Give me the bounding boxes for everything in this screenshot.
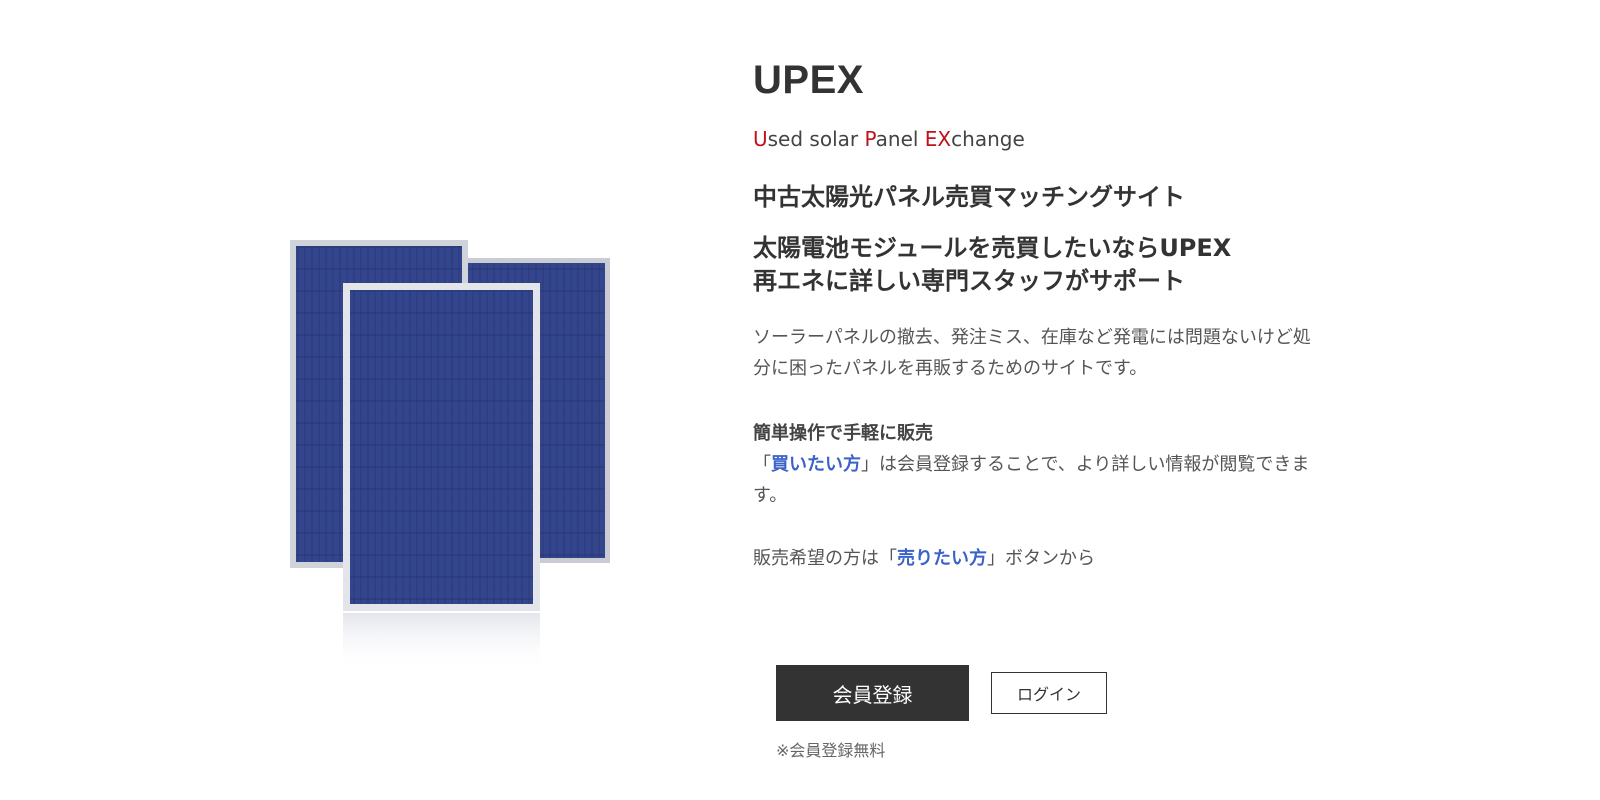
- seller-suffix: 」ボタンから: [987, 548, 1095, 569]
- subtitle-text: anel: [875, 127, 925, 151]
- panel-front: [343, 283, 540, 611]
- buyer-prefix: 「: [753, 454, 771, 475]
- catch-line-1: 太陽電池モジュールを売買したいならUPEX: [753, 234, 1232, 262]
- subtitle-text: sed solar: [767, 127, 865, 151]
- brand-subtitle: Used solar Panel EXchange: [753, 127, 1025, 151]
- login-button[interactable]: ログイン: [991, 672, 1107, 714]
- free-registration-note: ※会員登録無料: [776, 741, 886, 760]
- subtitle-highlight: EX: [924, 127, 952, 151]
- tagline: 中古太陽光パネル売買マッチングサイト: [753, 183, 1185, 211]
- panel-reflection: [343, 613, 540, 673]
- feature-heading: 簡単操作で手軽に販売: [753, 423, 933, 444]
- catch-copy: 太陽電池モジュールを売買したいならUPEX 再エネに詳しい専門スタッフがサポート: [753, 232, 1231, 298]
- brand-title: UPEX: [753, 58, 864, 102]
- subtitle-highlight: P: [864, 127, 876, 151]
- solar-panel-image: [290, 240, 610, 673]
- seller-line: 販売希望の方は「売りたい方」ボタンから: [753, 543, 1095, 574]
- subtitle-text: change: [951, 127, 1025, 151]
- feature-block: 簡単操作で手軽に販売 「買いたい方」は会員登録することで、より詳しい情報が閲覧で…: [753, 418, 1323, 511]
- seller-link[interactable]: 売りたい方: [897, 548, 987, 569]
- catch-line-2: 再エネに詳しい専門スタッフがサポート: [753, 267, 1185, 295]
- register-button[interactable]: 会員登録: [776, 665, 969, 721]
- seller-prefix: 販売希望の方は「: [753, 548, 897, 569]
- buyer-link[interactable]: 買いたい方: [771, 454, 861, 475]
- subtitle-highlight: U: [753, 127, 768, 151]
- description: ソーラーパネルの撤去、発注ミス、在庫など発電には問題ないけど処分に困ったパネルを…: [753, 327, 1311, 379]
